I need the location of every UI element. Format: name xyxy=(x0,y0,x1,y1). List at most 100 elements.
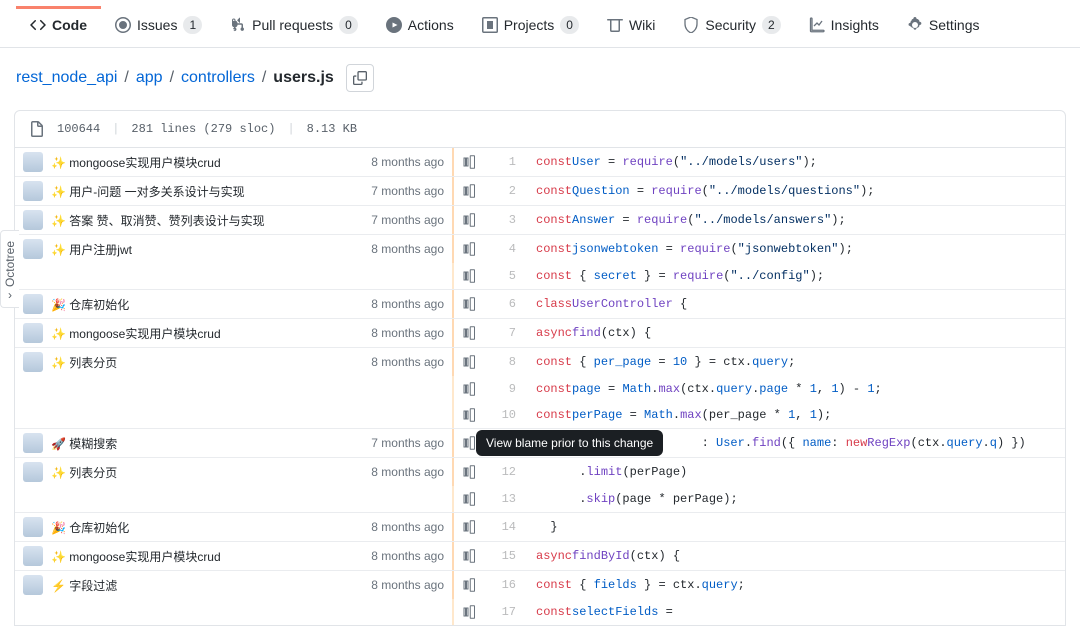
tab-pull-requests[interactable]: Pull requests0 xyxy=(216,5,372,42)
tab-settings[interactable]: Settings xyxy=(893,6,994,41)
tab-security[interactable]: Security2 xyxy=(669,5,794,42)
line-number[interactable]: 14 xyxy=(482,513,526,541)
line-number[interactable]: 15 xyxy=(482,542,526,570)
commit-cell[interactable]: ✨ mongoose实现用户模块crud 8 months ago xyxy=(15,319,452,347)
commit-time: 8 months ago xyxy=(371,242,444,256)
avatar[interactable] xyxy=(23,517,43,537)
tab-wiki[interactable]: Wiki xyxy=(593,6,669,41)
count-badge: 0 xyxy=(339,16,358,34)
tab-insights[interactable]: Insights xyxy=(795,6,893,41)
copy-path-button[interactable] xyxy=(346,64,374,92)
blame-row: ✨ mongoose实现用户模块crud8 months ago15 async… xyxy=(15,541,1065,570)
blame-row: 17 const selectFields = xyxy=(15,599,1065,625)
avatar[interactable] xyxy=(23,152,43,172)
commit-cell[interactable]: ✨ mongoose实现用户模块crud8 months ago xyxy=(15,148,452,176)
blame-row: 🎉 仓库初始化8 months ago14 } xyxy=(15,512,1065,541)
line-number[interactable]: 5 xyxy=(482,263,526,289)
code-line: const User = require("../models/users"); xyxy=(526,148,1065,176)
commit-cell[interactable]: ✨ 列表分页8 months ago xyxy=(15,458,452,486)
tooltip: View blame prior to this change xyxy=(476,430,663,456)
line-number[interactable]: 9 xyxy=(482,376,526,402)
count-badge: 2 xyxy=(762,16,781,34)
avatar[interactable] xyxy=(23,575,43,595)
avatar[interactable] xyxy=(23,181,43,201)
reblame-button[interactable] xyxy=(454,290,482,318)
octotree-toggle[interactable]: ›Octotree xyxy=(0,230,19,308)
commit-time: 8 months ago xyxy=(371,549,444,563)
commit-cell xyxy=(15,486,452,512)
reblame-button[interactable] xyxy=(454,402,482,428)
line-number[interactable]: 12 xyxy=(482,458,526,486)
commit-cell[interactable]: ✨ 用户注册jwt 8 months ago xyxy=(15,235,452,263)
avatar[interactable] xyxy=(23,323,43,343)
line-number[interactable]: 2 xyxy=(482,177,526,205)
line-number[interactable]: 8 xyxy=(482,348,526,376)
line-number[interactable]: 3 xyxy=(482,206,526,234)
avatar[interactable] xyxy=(23,352,43,372)
commit-cell xyxy=(15,402,452,428)
tab-projects[interactable]: Projects0 xyxy=(468,5,593,42)
commit-time: 8 months ago xyxy=(371,326,444,340)
breadcrumb-part-app[interactable]: app xyxy=(136,69,163,87)
tab-code[interactable]: Code xyxy=(16,6,101,41)
blame-row: 9 const page = Math.max(ctx.query.page *… xyxy=(15,376,1065,402)
blame-row: 13 .skip(page * perPage); xyxy=(15,486,1065,512)
tab-issues[interactable]: Issues1 xyxy=(101,5,216,42)
line-number[interactable]: 13 xyxy=(482,486,526,512)
reblame-button[interactable] xyxy=(454,206,482,234)
line-number[interactable]: 4 xyxy=(482,235,526,263)
code-line: const jsonwebtoken = require("jsonwebtok… xyxy=(526,235,1065,263)
reblame-button[interactable] xyxy=(454,513,482,541)
breadcrumb-part-controllers[interactable]: controllers xyxy=(181,69,255,87)
breadcrumb-root[interactable]: rest_node_api xyxy=(16,69,117,87)
code-line: const { per_page = 10 } = ctx.query; xyxy=(526,348,1065,376)
avatar[interactable] xyxy=(23,294,43,314)
line-number[interactable]: 1 xyxy=(482,148,526,176)
tab-icon xyxy=(907,17,923,33)
reblame-button[interactable] xyxy=(454,263,482,289)
commit-message[interactable]: ✨ 用户-问题 一对多关系设计与实现 xyxy=(51,183,363,200)
commit-cell[interactable]: ✨ 列表分页8 months ago xyxy=(15,348,452,376)
commit-message[interactable]: ✨ mongoose实现用户模块crud xyxy=(51,325,363,342)
avatar[interactable] xyxy=(23,462,43,482)
line-number[interactable]: 6 xyxy=(482,290,526,318)
line-number[interactable]: 10 xyxy=(482,402,526,428)
repo-tabs: CodeIssues1Pull requests0ActionsProjects… xyxy=(0,0,1080,48)
reblame-button[interactable] xyxy=(454,542,482,570)
reblame-button[interactable] xyxy=(454,348,482,376)
reblame-button[interactable] xyxy=(454,148,482,176)
reblame-button[interactable] xyxy=(454,599,482,625)
commit-message[interactable]: ✨ 列表分页 xyxy=(51,464,363,481)
line-number[interactable]: 7 xyxy=(482,319,526,347)
commit-cell[interactable]: ✨ mongoose实现用户模块crud 8 months ago xyxy=(15,542,452,570)
avatar[interactable] xyxy=(23,546,43,566)
reblame-button[interactable] xyxy=(454,376,482,402)
commit-time: 7 months ago xyxy=(371,213,444,227)
reblame-button[interactable] xyxy=(454,319,482,347)
commit-message[interactable]: ✨ 用户注册jwt xyxy=(51,241,363,258)
commit-message[interactable]: ✨ mongoose实现用户模块crud xyxy=(51,154,363,171)
commit-cell[interactable]: 🎉 仓库初始化8 months ago xyxy=(15,290,452,318)
reblame-button[interactable] xyxy=(454,458,482,486)
commit-cell[interactable]: 🚀 模糊搜索7 months ago xyxy=(15,429,452,457)
reblame-button[interactable] xyxy=(454,177,482,205)
commit-message[interactable]: 🎉 仓库初始化 xyxy=(51,519,363,536)
line-number[interactable]: 17 xyxy=(482,599,526,625)
commit-message[interactable]: 🚀 模糊搜索 xyxy=(51,435,363,452)
commit-message[interactable]: ✨ 列表分页 xyxy=(51,354,363,371)
reblame-button[interactable] xyxy=(454,486,482,512)
commit-cell[interactable]: ✨ 答案 赞、取消赞、赞列表设计与实现 7 months ago xyxy=(15,206,452,234)
commit-message[interactable]: ✨ mongoose实现用户模块crud xyxy=(51,548,363,565)
avatar[interactable] xyxy=(23,433,43,453)
commit-message[interactable]: ✨ 答案 赞、取消赞、赞列表设计与实现 xyxy=(51,212,363,229)
reblame-button[interactable] xyxy=(454,235,482,263)
avatar[interactable] xyxy=(23,239,43,259)
commit-cell[interactable]: ✨ 用户-问题 一对多关系设计与实现7 months ago xyxy=(15,177,452,205)
commit-message[interactable]: ⚡ 字段过滤 xyxy=(51,577,363,594)
commit-message[interactable]: 🎉 仓库初始化 xyxy=(51,296,363,313)
blame-row: ✨ mongoose实现用户模块crud8 months ago7 async … xyxy=(15,318,1065,347)
avatar[interactable] xyxy=(23,210,43,230)
reblame-button[interactable]: View blame prior to this change xyxy=(454,429,482,457)
commit-cell[interactable]: 🎉 仓库初始化8 months ago xyxy=(15,513,452,541)
tab-actions[interactable]: Actions xyxy=(372,6,468,41)
